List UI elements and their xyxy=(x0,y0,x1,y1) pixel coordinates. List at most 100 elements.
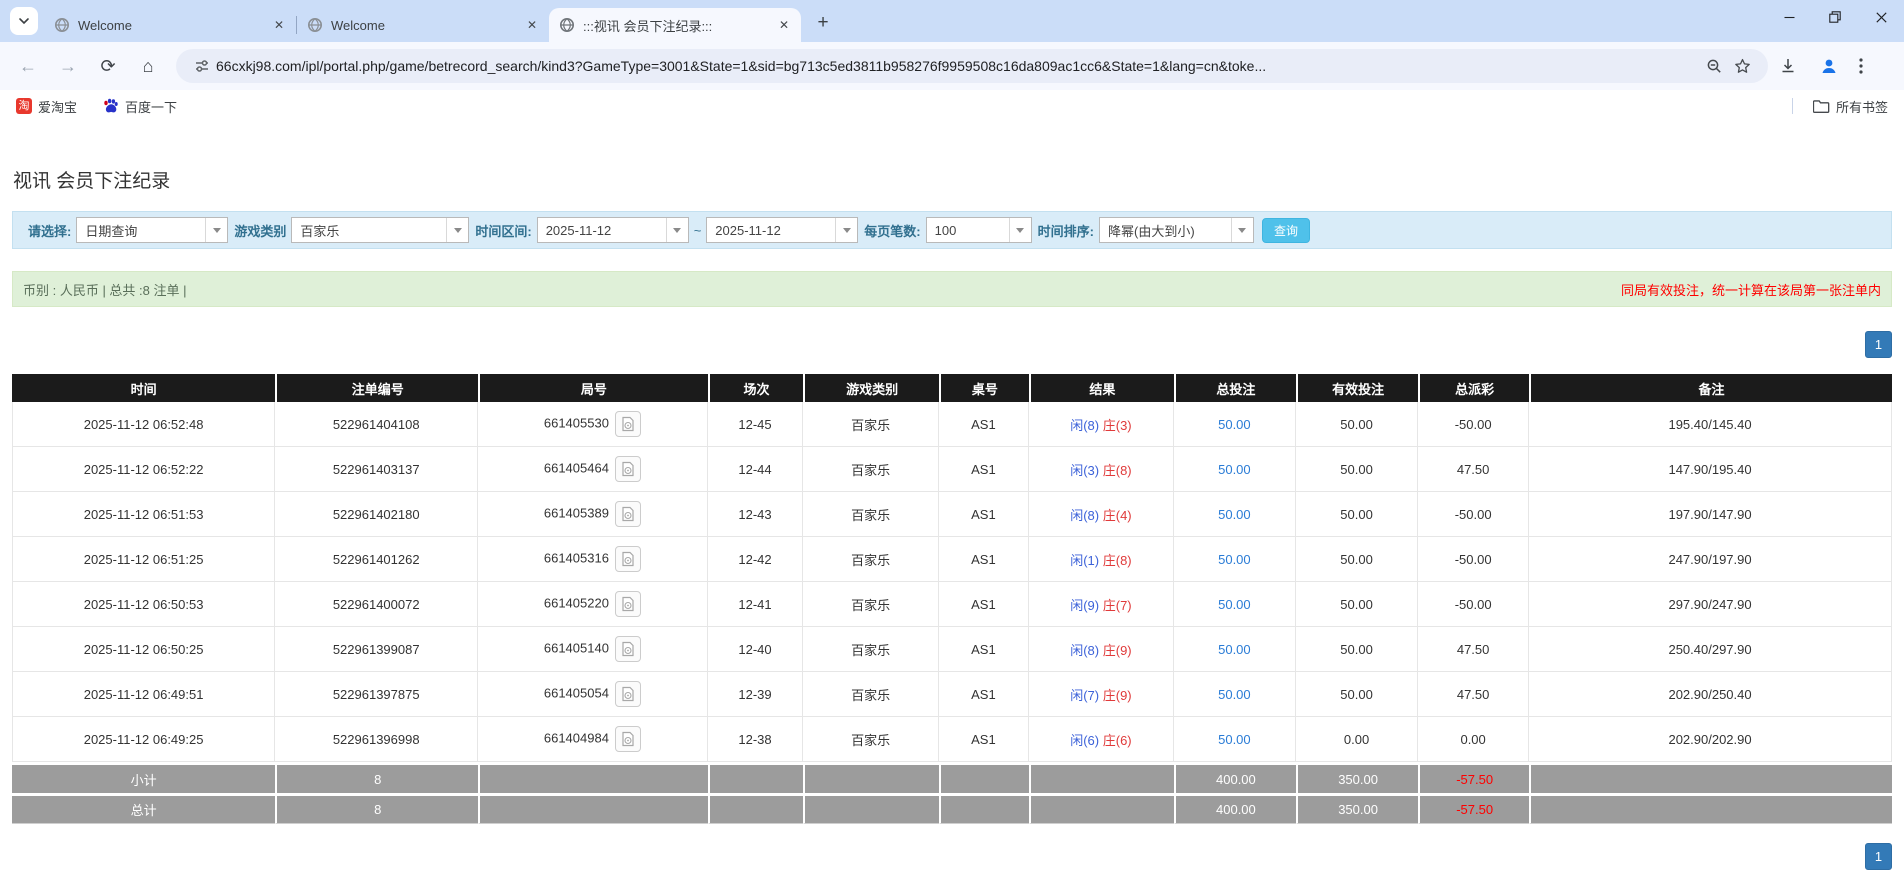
address-bar[interactable]: 66cxkj98.com/ipl/portal.php/game/betreco… xyxy=(176,49,1768,83)
tab-close-icon[interactable]: ✕ xyxy=(270,16,288,34)
total-bet-cell: 50.00 xyxy=(1173,402,1296,447)
table-number-cell: AS1 xyxy=(938,627,1030,672)
round-cell: 661404984 xyxy=(478,717,708,762)
total-bet-link[interactable]: 50.00 xyxy=(1218,732,1251,747)
table-row: 2025-11-12 06:52:48 522961404108 6614055… xyxy=(12,402,1892,447)
browser-tab-1[interactable]: Welcome ✕ xyxy=(44,8,296,42)
replay-video-button[interactable] xyxy=(614,501,641,527)
total-bet-link[interactable]: 50.00 xyxy=(1218,552,1251,567)
date-to-select[interactable]: 2025-11-12 xyxy=(706,217,859,243)
tab-search-button[interactable] xyxy=(10,7,38,35)
total-bet-link[interactable]: 50.00 xyxy=(1218,462,1251,477)
page-1-button[interactable]: 1 xyxy=(1865,331,1892,358)
total-count: 8 xyxy=(275,793,479,824)
reload-button[interactable]: ⟳ xyxy=(91,49,125,83)
game-type-select[interactable]: 百家乐 xyxy=(291,217,470,243)
total-bet-cell: 50.00 xyxy=(1173,627,1296,672)
bookmark-star-icon[interactable] xyxy=(1728,52,1756,80)
page-1-button[interactable]: 1 xyxy=(1865,843,1892,870)
subtotal-total-bet: 400.00 xyxy=(1173,762,1296,793)
bookmark-taobao[interactable]: 淘 爱淘宝 xyxy=(10,94,83,118)
replay-video-button[interactable] xyxy=(614,411,641,437)
total-bet-link[interactable]: 50.00 xyxy=(1218,417,1251,432)
table-number-cell: AS1 xyxy=(938,582,1030,627)
subtotal-valid-bet: 350.00 xyxy=(1295,762,1419,793)
browser-menu-button[interactable] xyxy=(1859,49,1893,83)
total-bet-link[interactable]: 50.00 xyxy=(1218,687,1251,702)
payout-cell: 47.50 xyxy=(1418,447,1530,492)
column-header: 局号 xyxy=(478,374,708,402)
replay-video-button[interactable] xyxy=(614,636,641,662)
date-from-select[interactable]: 2025-11-12 xyxy=(536,217,689,243)
bookmark-baidu[interactable]: 百度一下 xyxy=(97,94,183,118)
table-header-row: 时间 注单编号 局号 场次 游戏类别 桌号 结果 总投注 有效投注 总派彩 备注 xyxy=(12,374,1892,402)
total-bet-link[interactable]: 50.00 xyxy=(1218,507,1251,522)
game-type-cell: 百家乐 xyxy=(803,537,939,582)
replay-video-button[interactable] xyxy=(614,681,641,707)
valid-bet-cell: 50.00 xyxy=(1295,537,1419,582)
home-button[interactable]: ⌂ xyxy=(131,49,165,83)
restore-button[interactable] xyxy=(1812,0,1858,34)
bet-time-cell: 2025-11-12 06:52:48 xyxy=(12,402,276,447)
subtotal-label: 小计 xyxy=(12,762,276,793)
browser-tab-active[interactable]: :::视讯 会员下注纪录::: ✕ xyxy=(549,8,801,42)
back-button[interactable]: ← xyxy=(11,49,45,83)
result-cell: 闲(8) 庄(9) xyxy=(1029,627,1174,672)
chevron-down-icon[interactable] xyxy=(1230,218,1253,242)
downloads-button[interactable] xyxy=(1779,49,1813,83)
zoom-indicator-icon[interactable] xyxy=(1700,52,1728,80)
chevron-down-icon[interactable] xyxy=(205,218,228,242)
page-size-select[interactable]: 100 xyxy=(925,217,1032,243)
tab-title: :::视讯 会员下注纪录::: xyxy=(583,18,713,34)
bet-time-cell: 2025-11-12 06:52:22 xyxy=(12,447,276,492)
round-cell: 661405464 xyxy=(478,447,708,492)
column-header: 总派彩 xyxy=(1418,374,1530,402)
payout-cell: 47.50 xyxy=(1418,627,1530,672)
forward-button[interactable]: → xyxy=(51,49,85,83)
player-result: 闲(7) xyxy=(1070,687,1100,703)
query-type-select[interactable]: 日期查询 xyxy=(76,217,229,243)
banker-result: 庄(9) xyxy=(1102,642,1132,658)
profile-avatar[interactable] xyxy=(1819,49,1853,83)
new-tab-button[interactable]: + xyxy=(809,9,837,37)
chevron-down-icon[interactable] xyxy=(665,218,688,242)
window-controls xyxy=(1766,0,1904,34)
bet-records-table: 时间 注单编号 局号 场次 游戏类别 桌号 结果 总投注 有效投注 总派彩 备注 2025-11-1… xyxy=(12,374,1892,824)
note-cell: 147.90/195.40 xyxy=(1529,447,1892,492)
sort-label: 时间排序: xyxy=(1037,223,1094,239)
total-bet-link[interactable]: 50.00 xyxy=(1218,597,1251,612)
replay-video-button[interactable] xyxy=(614,726,641,752)
url-text[interactable]: 66cxkj98.com/ipl/portal.php/game/betreco… xyxy=(216,58,1700,74)
sort-select[interactable]: 降幂(由大到小) xyxy=(1098,217,1254,243)
replay-video-button[interactable] xyxy=(614,546,641,572)
chevron-down-icon[interactable] xyxy=(835,218,858,242)
game-type-cell: 百家乐 xyxy=(803,717,939,762)
page-content: 视讯 会员下注纪录 请选择: 日期查询 游戏类别 百家乐 时间区间: 2025-… xyxy=(0,166,1904,870)
total-bet-link[interactable]: 50.00 xyxy=(1218,642,1251,657)
game-type-cell: 百家乐 xyxy=(803,447,939,492)
browser-tab-2[interactable]: Welcome ✕ xyxy=(297,8,549,42)
page-size-label: 每页笔数: xyxy=(864,223,921,239)
result-cell: 闲(8) 庄(3) xyxy=(1029,402,1174,447)
search-button[interactable]: 查询 xyxy=(1261,217,1310,243)
round-number: 661405054 xyxy=(543,685,609,701)
tab-close-icon[interactable]: ✕ xyxy=(775,16,793,34)
site-settings-icon[interactable] xyxy=(188,52,216,80)
range-separator: ~ xyxy=(693,222,702,238)
video-file-icon xyxy=(622,506,634,522)
payout-cell: -50.00 xyxy=(1418,537,1530,582)
chevron-down-icon[interactable] xyxy=(446,218,469,242)
total-valid-bet: 350.00 xyxy=(1295,793,1419,824)
total-bet-cell: 50.00 xyxy=(1173,582,1296,627)
replay-video-button[interactable] xyxy=(614,456,641,482)
session-cell: 12-42 xyxy=(707,537,804,582)
close-window-button[interactable] xyxy=(1858,0,1904,34)
all-bookmarks-button[interactable]: 所有书签 xyxy=(1807,94,1894,118)
replay-video-button[interactable] xyxy=(614,591,641,617)
payout-cell: 0.00 xyxy=(1418,717,1530,762)
minimize-button[interactable] xyxy=(1766,0,1812,34)
chevron-down-icon[interactable] xyxy=(1008,218,1031,242)
banker-result: 庄(7) xyxy=(1102,597,1132,613)
total-bet-cell: 50.00 xyxy=(1173,492,1296,537)
tab-close-icon[interactable]: ✕ xyxy=(523,16,541,34)
